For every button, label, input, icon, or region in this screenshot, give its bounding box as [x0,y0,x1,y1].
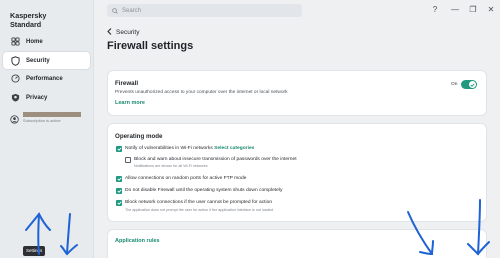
keep-firewall-option[interactable]: Do not disable Firewall until the operat… [116,187,282,194]
privacy-icon [7,93,23,102]
subscription-status: Subscription is active [23,118,61,123]
wifi-vulnerability-option[interactable]: Notify of vulnerabilities in Wi-Fi netwo… [116,145,254,152]
application-rules-title[interactable]: Application rules [115,238,160,244]
back-button[interactable]: Security [107,28,139,37]
sidebar-item-label: Privacy [26,94,48,101]
app-title-line1: Kaspersky [10,11,47,20]
annotation-arrow-icon [467,199,490,256]
option-label: Do not disable Firewall until the operat… [125,188,283,193]
firewall-title: Firewall [115,80,139,87]
ftp-ports-option[interactable]: Allow connections on random ports for ac… [116,175,246,182]
help-button[interactable]: ? [430,5,440,14]
annotation-arrow-icon [60,213,78,256]
select-categories-link[interactable]: Select categories [214,146,254,151]
home-icon [7,37,23,46]
checkbox-unchecked[interactable] [125,156,131,163]
option-label: Allow connections on random ports for ac… [125,176,247,181]
account-icon[interactable] [10,111,19,129]
toggle-state-label: On [451,82,458,87]
sidebar-item-privacy[interactable]: Privacy [3,89,90,106]
firewall-description: Prevents unauthorized access to your com… [115,90,288,95]
minimize-button[interactable]: — [450,5,460,14]
option-label: Block network connections if the user ca… [125,200,273,205]
checkbox-checked[interactable] [116,187,122,194]
checkbox-checked[interactable] [116,199,122,206]
option-label: Block and warn about insecure transmissi… [134,157,297,162]
shield-icon [7,55,23,66]
account-name-redacted [23,112,81,117]
breadcrumb-label: Security [116,29,140,36]
chevron-left-icon [107,28,112,37]
option-note: The application does not prompt the user… [125,208,274,212]
annotation-arrow-icon [25,212,51,255]
block-connections-option[interactable]: Block network connections if the user ca… [116,199,272,206]
close-button[interactable]: ✕ [486,5,496,14]
search-placeholder: Search [122,7,142,14]
sidebar-item-label: Performance [26,75,63,82]
firewall-toggle[interactable] [461,80,477,89]
search-icon [112,7,118,14]
app-title-line2: Standard [10,20,42,29]
app-title: Kaspersky Standard [10,11,46,29]
firewall-card: Firewall Prevents unauthorized access to… [107,70,487,116]
restore-button[interactable]: ❐ [468,5,478,14]
speedometer-icon [7,74,23,83]
sidebar-item-performance[interactable]: Performance [3,70,90,87]
search-input[interactable]: Search [107,4,302,17]
sidebar-item-security[interactable]: Security [3,52,90,69]
option-note: Notifications are shown for all Wi-Fi ne… [134,164,208,168]
checkbox-checked[interactable] [116,175,122,182]
sidebar-item-label: Home [26,38,43,45]
sidebar-item-label: Security [26,57,50,64]
page-title: Firewall settings [107,40,194,52]
toggle-knob [469,81,476,88]
option-label: Notify of vulnerabilities in Wi-Fi netwo… [125,146,213,151]
block-passwords-option[interactable]: Block and warn about insecure transmissi… [125,156,297,163]
sidebar-item-home[interactable]: Home [3,33,90,50]
checkbox-checked[interactable] [116,145,122,152]
learn-more-link[interactable]: Learn more [115,100,145,106]
check-icon [470,82,475,87]
annotation-arrow-icon [407,211,434,256]
operating-mode-title: Operating mode [115,133,163,140]
